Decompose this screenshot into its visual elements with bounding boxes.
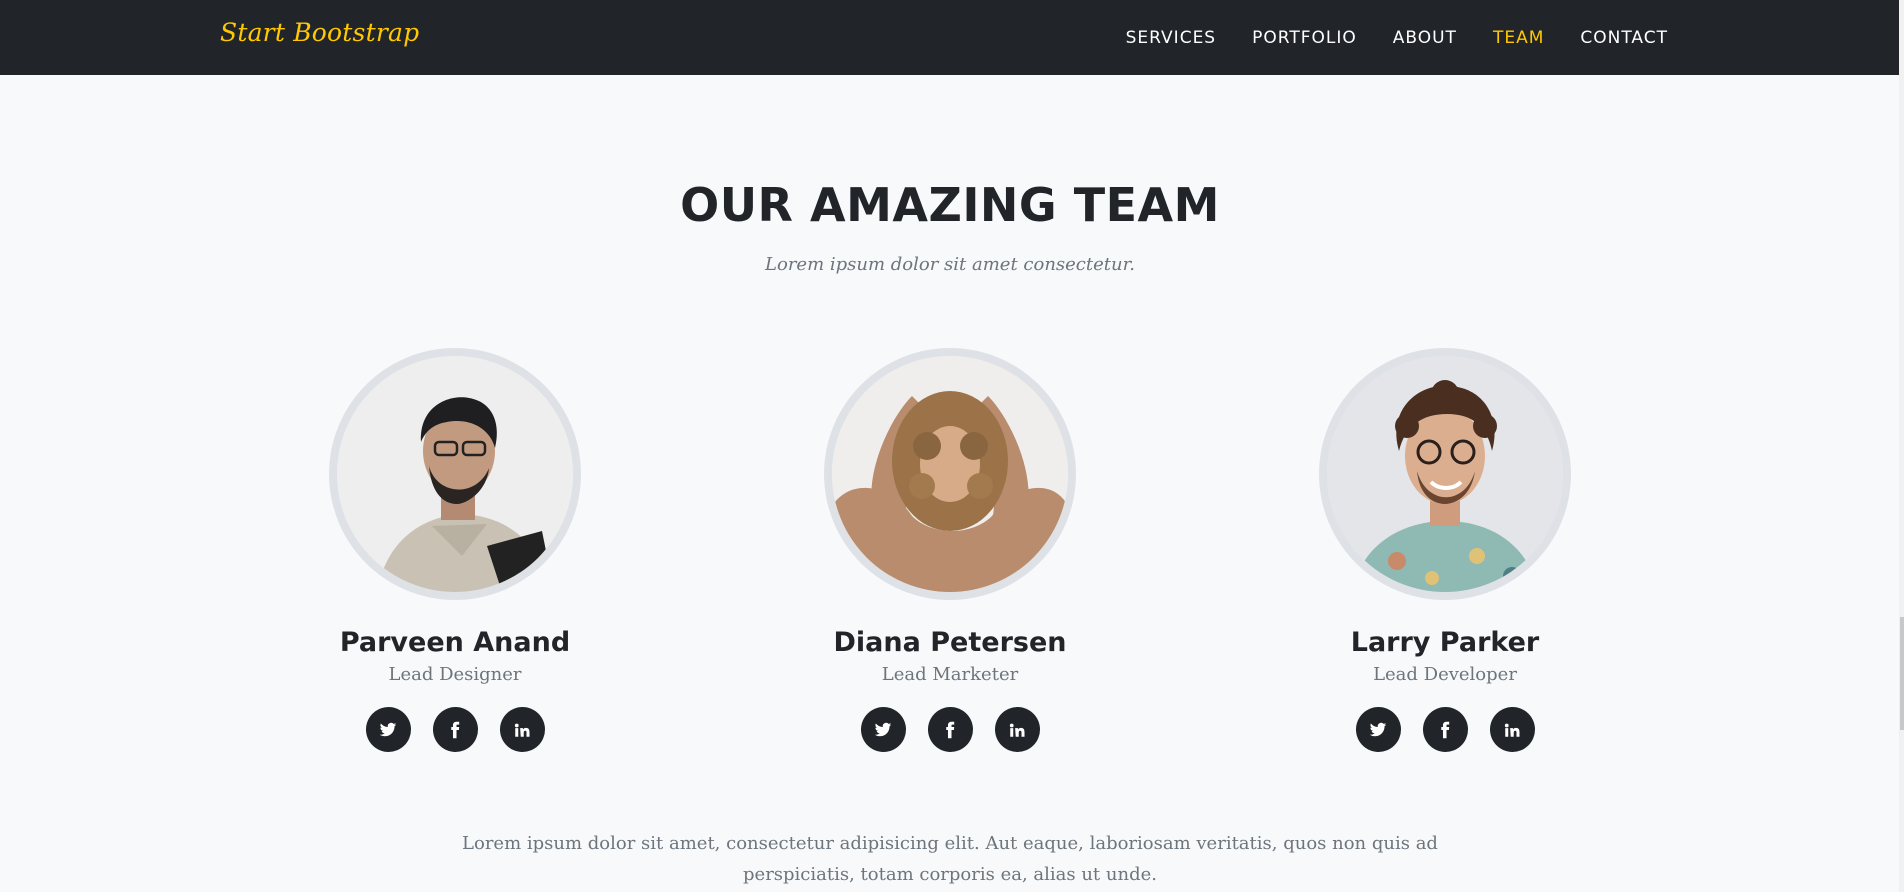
team-member-card: Parveen Anand Lead Designer: [235, 348, 675, 752]
member-name: Diana Petersen: [833, 627, 1067, 658]
team-member-photo: [337, 356, 573, 592]
nav-link-about[interactable]: ABOUT: [1393, 28, 1457, 48]
avatar: [337, 356, 573, 592]
team-member-photo: [1327, 356, 1563, 592]
facebook-icon: [946, 721, 955, 738]
twitter-icon: [874, 722, 892, 736]
team-description: Lorem ipsum dolor sit amet, consectetur …: [462, 833, 1438, 885]
facebook-button[interactable]: [927, 707, 973, 752]
member-name: Parveen Anand: [339, 627, 571, 658]
member-name: Larry Parker: [1350, 627, 1540, 658]
member-role: Lead Developer: [1373, 664, 1517, 685]
twitter-button[interactable]: [1355, 707, 1401, 752]
avatar-ring: [329, 348, 581, 600]
member-role: Lead Marketer: [881, 664, 1019, 685]
facebook-button[interactable]: [432, 707, 478, 752]
section-heading: OUR AMAZING TEAM: [680, 178, 1220, 232]
social-links: [1225, 707, 1665, 752]
brand-logo[interactable]: Start Bootstrap: [220, 18, 419, 47]
nav-links: SERVICES PORTFOLIO ABOUT TEAM CONTACT: [1090, 0, 1668, 75]
nav-link-team[interactable]: TEAM: [1493, 28, 1544, 48]
linkedin-icon: [1009, 723, 1025, 737]
nav-link-contact[interactable]: CONTACT: [1580, 28, 1668, 48]
linkedin-button[interactable]: [994, 707, 1040, 752]
twitter-button[interactable]: [860, 707, 906, 752]
avatar: [1327, 356, 1563, 592]
facebook-icon: [1441, 721, 1450, 738]
member-role: Lead Designer: [388, 664, 522, 685]
facebook-button[interactable]: [1422, 707, 1468, 752]
twitter-button[interactable]: [365, 707, 411, 752]
nav-link-services[interactable]: SERVICES: [1126, 28, 1216, 48]
nav-link-portfolio[interactable]: PORTFOLIO: [1252, 28, 1357, 48]
avatar: [832, 356, 1068, 592]
navbar: Start Bootstrap SERVICES PORTFOLIO ABOUT…: [0, 0, 1904, 75]
team-member-photo: [832, 356, 1068, 592]
social-links: [235, 707, 675, 752]
facebook-icon: [451, 721, 460, 738]
avatar-ring: [824, 348, 1076, 600]
scrollbar-thumb[interactable]: [1900, 617, 1904, 730]
linkedin-icon: [1504, 723, 1520, 737]
twitter-icon: [379, 722, 397, 736]
section-subheading: Lorem ipsum dolor sit amet consectetur.: [765, 254, 1135, 275]
linkedin-icon: [514, 723, 530, 737]
scrollbar-track[interactable]: [1899, 0, 1904, 892]
avatar-ring: [1319, 348, 1571, 600]
linkedin-button[interactable]: [499, 707, 545, 752]
social-links: [730, 707, 1170, 752]
linkedin-button[interactable]: [1489, 707, 1535, 752]
team-member-card: Larry Parker Lead Developer: [1225, 348, 1665, 752]
team-member-card: Diana Petersen Lead Marketer: [730, 348, 1170, 752]
twitter-icon: [1369, 722, 1387, 736]
